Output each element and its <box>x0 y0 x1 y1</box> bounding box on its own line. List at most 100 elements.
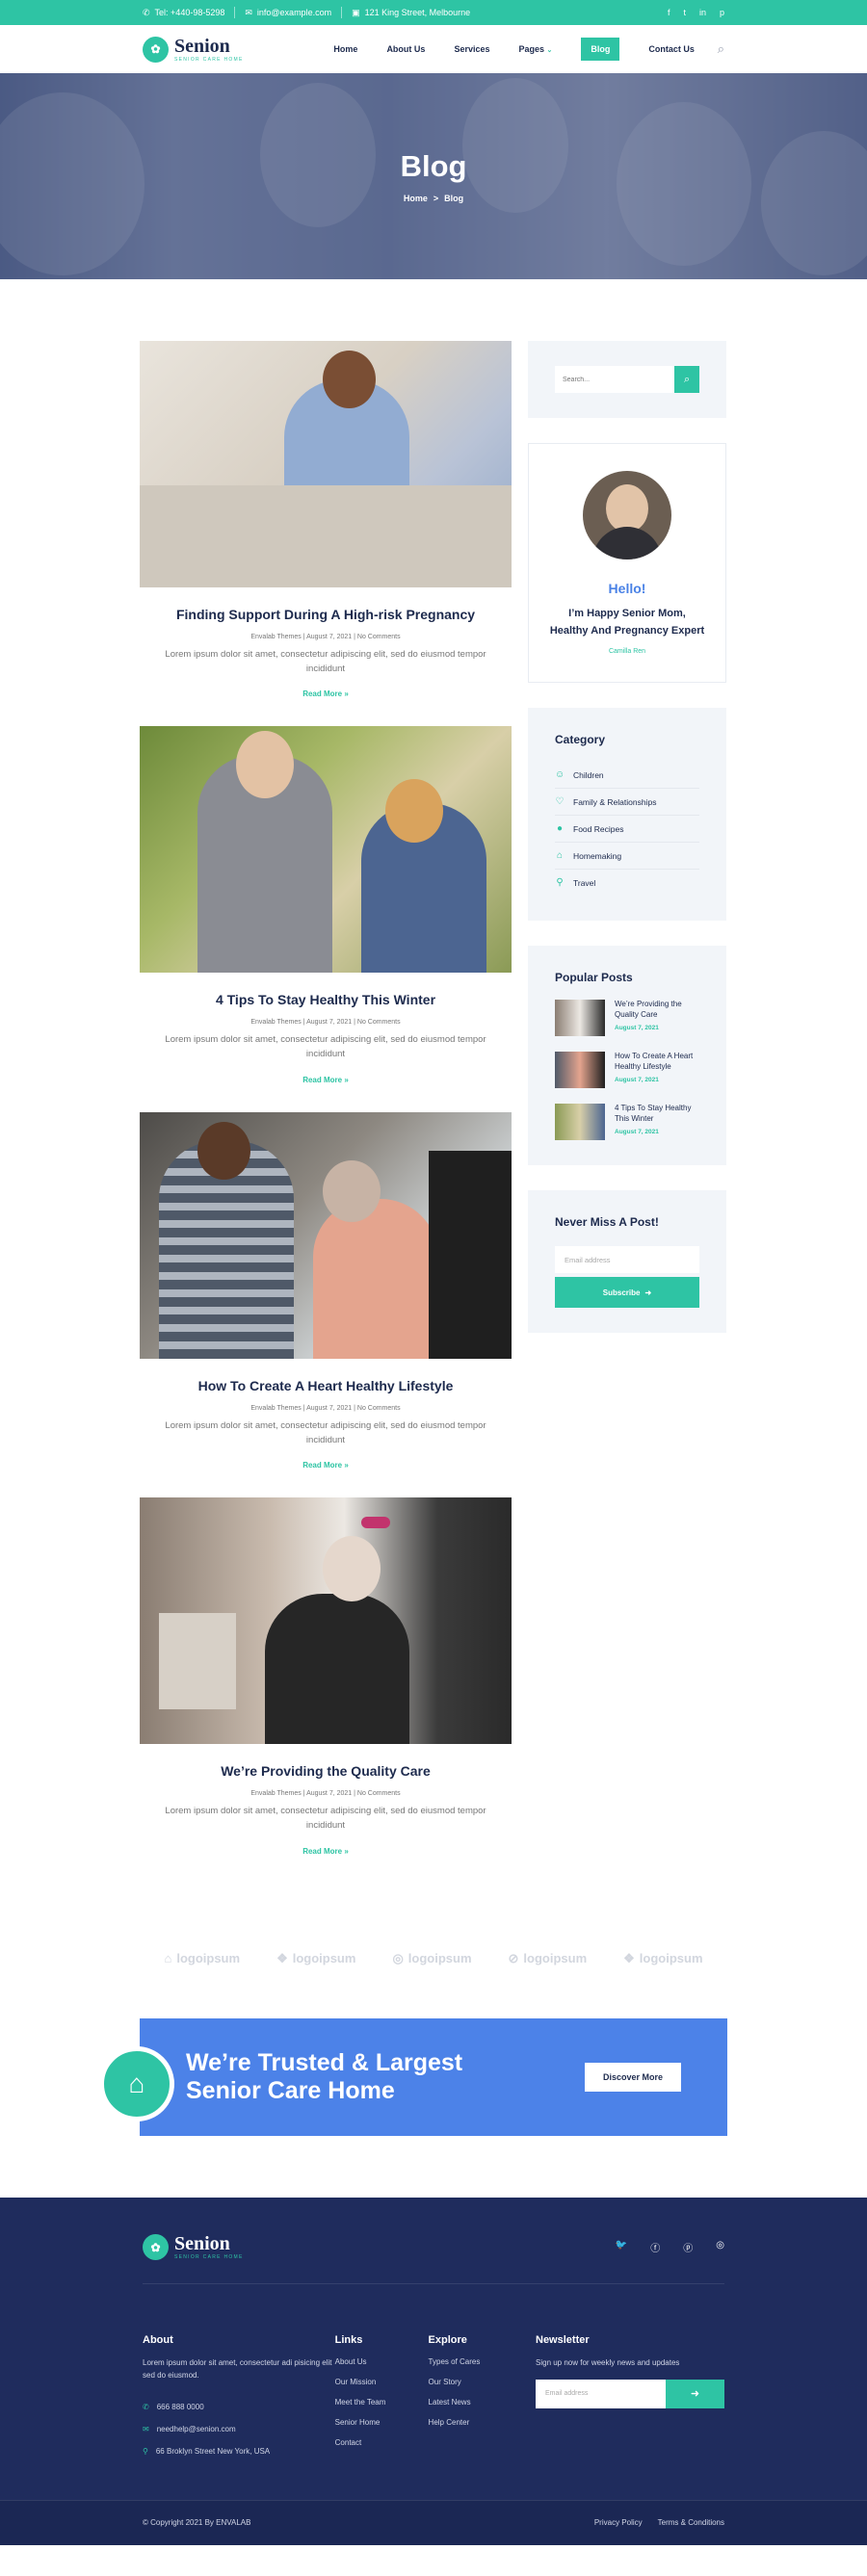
phone-icon: ✆ <box>143 2403 149 2412</box>
breadcrumb-separator: > <box>433 194 439 203</box>
location-pin-icon: ⚲ <box>556 877 564 889</box>
post-image[interactable] <box>140 726 512 974</box>
brand-tagline: SENIOR CARE HOME <box>174 2254 244 2261</box>
footer-social: 🐦 ⓕ ⓟ ◎ <box>616 2240 724 2254</box>
divider <box>341 7 343 18</box>
nav-item-blog[interactable]: Blog <box>581 38 620 61</box>
nav-item-pages[interactable]: Pages ⌄ <box>518 44 552 54</box>
email-item[interactable]: ✉ info@example.com <box>245 8 331 18</box>
footer-bottom: © Copyright 2021 By ENVALAB Privacy Poli… <box>0 2499 867 2545</box>
pinterest-icon[interactable]: ⓟ <box>683 2240 693 2254</box>
footer-newsletter: Newsletter Sign up now for weekly news a… <box>536 2334 724 2500</box>
widget-title: Popular Posts <box>555 971 633 985</box>
nav-item-contact[interactable]: Contact Us <box>648 44 695 54</box>
page-hero: Blog Home > Blog <box>0 73 867 279</box>
search-button[interactable]: ⌕ <box>674 366 699 393</box>
twitter-icon[interactable]: t <box>683 8 686 17</box>
post-meta: Envalab Themes | August 7, 2021 | No Com… <box>250 1790 401 1798</box>
post-image[interactable] <box>140 341 512 587</box>
heart-icon: ♡ <box>555 796 565 808</box>
subscribe-button[interactable]: Subscribe ➜ <box>555 1277 699 1309</box>
instagram-icon[interactable]: in <box>699 8 706 17</box>
footer-link[interactable]: Our Story <box>429 2378 536 2386</box>
privacy-link[interactable]: Privacy Policy <box>594 2518 643 2527</box>
footer-link[interactable]: Meet the Team <box>335 2398 429 2407</box>
post-title[interactable]: Finding Support During A High-risk Pregn… <box>140 607 512 622</box>
footer-link[interactable]: Help Center <box>429 2418 536 2427</box>
category-widget: Category ☺ Children ♡ Family & Relationshi… <box>528 708 726 922</box>
footer-email[interactable]: ✉ needhelp@senion.com <box>143 2425 335 2433</box>
footer-subscribe-button[interactable]: ➜ <box>666 2379 724 2408</box>
logo-mark-icon: ❖ <box>276 1950 288 1965</box>
footer-email-input[interactable]: Email address <box>536 2379 666 2408</box>
search-icon[interactable]: ⌕ <box>718 41 724 57</box>
brand-name: Senion <box>174 35 230 57</box>
post-meta: Envalab Themes | August 7, 2021 | No Com… <box>250 1019 401 1027</box>
widget-title: Never Miss A Post! <box>555 1215 659 1230</box>
popular-post[interactable]: 4 Tips To Stay Healthy This Winter August… <box>555 1104 699 1141</box>
read-more-link[interactable]: Read More » <box>302 1847 349 1856</box>
post-excerpt: Lorem ipsum dolor sit amet, consectetur … <box>165 1034 486 1060</box>
sidebar: ⌕ Hello! I’m Happy Senior Mom, Healthy A… <box>528 341 726 1884</box>
category-item[interactable]: ⚲ Travel <box>555 870 699 896</box>
footer-link[interactable]: Latest News <box>429 2398 536 2407</box>
mail-icon: ✉ <box>245 7 252 17</box>
footer-link[interactable]: Types of Cares <box>429 2357 536 2366</box>
category-item[interactable]: ● Food Recipes <box>555 816 699 844</box>
post-title[interactable]: How To Create A Heart Healthy Lifestyle <box>140 1378 512 1393</box>
footer-logo[interactable]: ✿ Senion SENIOR CARE HOME <box>143 2234 244 2261</box>
author-greeting: Hello! <box>608 581 646 596</box>
phone-item[interactable]: ✆ Tel: +440-98-5298 <box>143 8 224 18</box>
read-more-link[interactable]: Read More » <box>302 1076 349 1084</box>
nav-item-about[interactable]: About Us <box>386 44 425 54</box>
read-more-link[interactable]: Read More » <box>302 1461 349 1470</box>
post-title[interactable]: We’re Providing the Quality Care <box>140 1763 512 1779</box>
cta-title: We’re Trusted & Largest Senior Care Home <box>186 2049 463 2104</box>
popular-post[interactable]: We’re Providing the Quality Care August 7… <box>555 1000 699 1037</box>
chevron-down-icon: ⌄ <box>546 47 553 54</box>
post-title[interactable]: 4 Tips To Stay Healthy This Winter <box>140 992 512 1007</box>
footer-phone[interactable]: ✆ 666 888 0000 <box>143 2403 335 2411</box>
instagram-icon[interactable]: ◎ <box>716 2240 724 2254</box>
footer-link[interactable]: About Us <box>335 2357 429 2366</box>
discover-more-button[interactable]: Discover More <box>584 2062 681 2092</box>
blog-post: We’re Providing the Quality Care Envalab… <box>140 1497 512 1858</box>
popular-post-thumb <box>555 1104 605 1141</box>
footer-link[interactable]: Contact <box>335 2438 429 2447</box>
logo-mark-icon: ⊘ <box>508 1950 519 1965</box>
footer-about: About Lorem ipsum dolor sit amet, consec… <box>143 2334 335 2500</box>
food-icon: ● <box>556 823 564 835</box>
arrow-right-icon: ➜ <box>690 2388 700 2401</box>
category-item[interactable]: ☺ Children <box>555 762 699 790</box>
partner-logo: ❖ logoipsum <box>623 1950 703 1966</box>
search-widget: ⌕ <box>528 341 726 418</box>
footer-link[interactable]: Our Mission <box>335 2378 429 2386</box>
read-more-link[interactable]: Read More » <box>302 690 349 698</box>
category-item[interactable]: ♡ Family & Relationships <box>555 789 699 817</box>
brand-logo[interactable]: ✿ Senion SENIOR CARE HOME <box>143 35 244 63</box>
phone-icon: ✆ <box>143 7 150 17</box>
blog-post: Finding Support During A High-risk Pregn… <box>140 341 512 701</box>
nav-item-home[interactable]: Home <box>333 44 357 54</box>
search-input[interactable] <box>555 366 675 393</box>
partner-logo: ⌂ logoipsum <box>164 1951 241 1966</box>
terms-link[interactable]: Terms & Conditions <box>658 2518 724 2527</box>
post-image[interactable] <box>140 1497 512 1745</box>
twitter-icon[interactable]: 🐦 <box>616 2240 627 2254</box>
map-icon: ▣ <box>352 7 360 17</box>
children-icon: ☺ <box>555 769 565 781</box>
pinterest-icon[interactable]: p <box>720 8 724 17</box>
footer-links: Links About Us Our Mission Meet the Team… <box>335 2334 429 2500</box>
post-image[interactable] <box>140 1111 512 1359</box>
popular-post[interactable]: How To Create A Heart Healthy Lifestyle A… <box>555 1052 699 1089</box>
nav-item-services[interactable]: Services <box>454 44 489 54</box>
breadcrumb-home[interactable]: Home <box>404 194 428 203</box>
breadcrumb: Home > Blog <box>404 194 463 203</box>
facebook-icon[interactable]: f <box>668 8 670 17</box>
footer-link[interactable]: Senior Home <box>335 2418 429 2427</box>
facebook-icon[interactable]: ⓕ <box>650 2240 660 2254</box>
category-item[interactable]: ⌂ Homemaking <box>555 843 699 871</box>
newsletter-email-input[interactable]: Email address <box>555 1246 699 1274</box>
post-excerpt: Lorem ipsum dolor sit amet, consectetur … <box>165 1419 486 1445</box>
house-icon: ⌂ <box>99 2045 174 2121</box>
